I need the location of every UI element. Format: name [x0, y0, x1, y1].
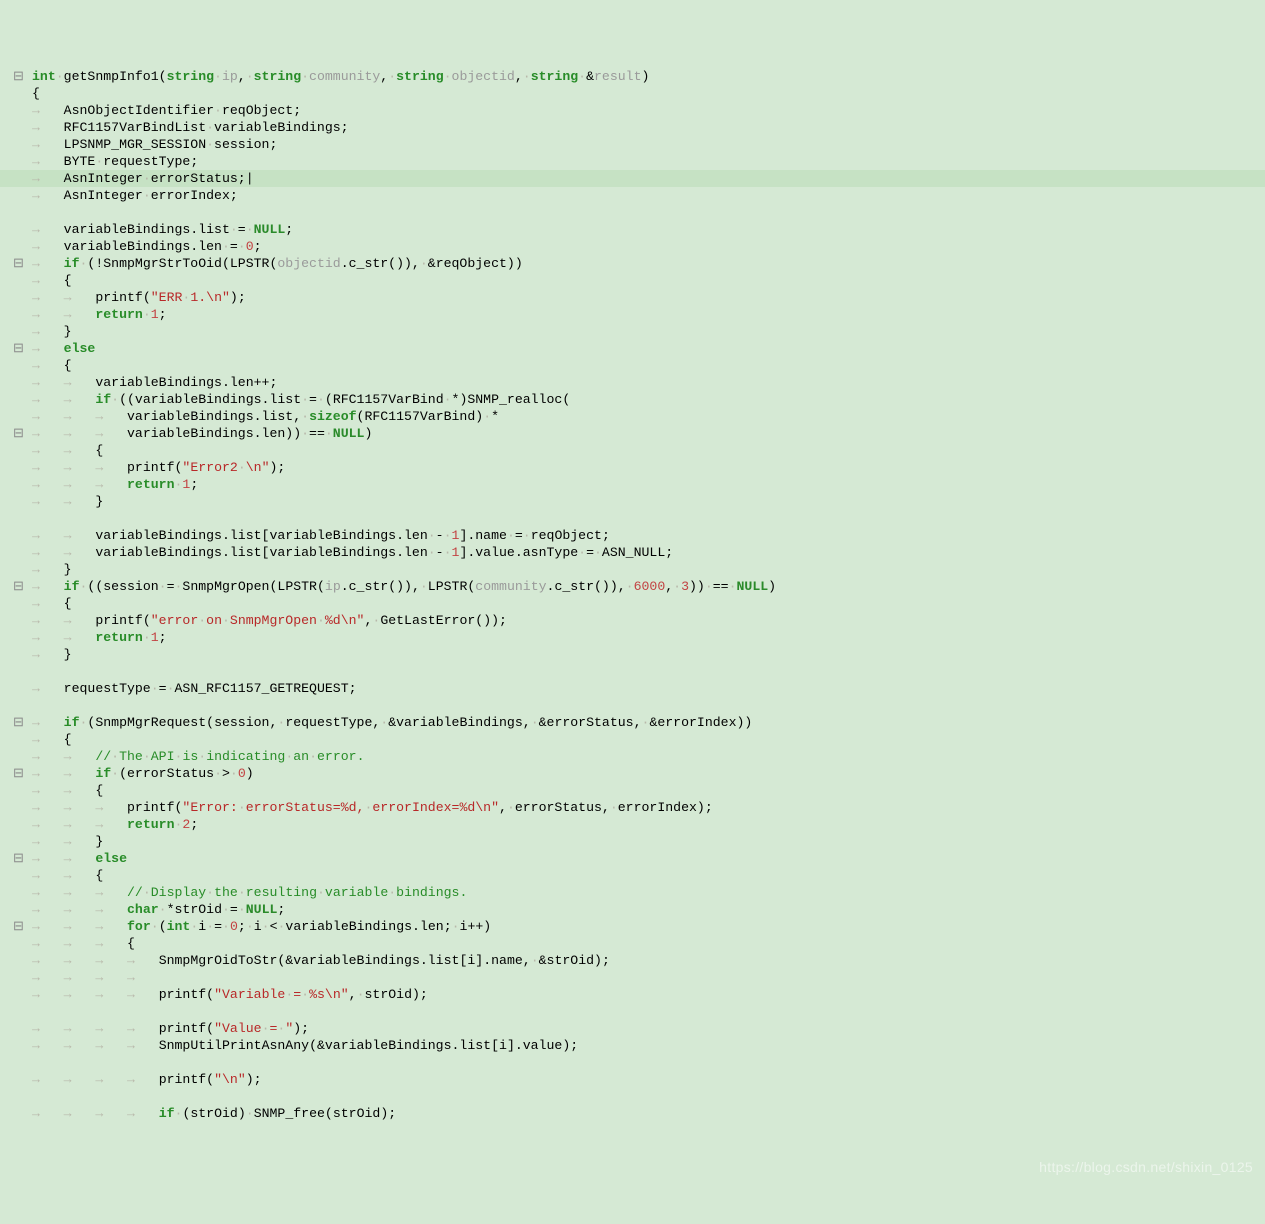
code-block: ⊟ int·getSnmpInfo1(string·ip,·string·com… [0, 68, 1265, 1122]
watermark: https://blog.csdn.net/shixin_0125 [1039, 1159, 1253, 1176]
